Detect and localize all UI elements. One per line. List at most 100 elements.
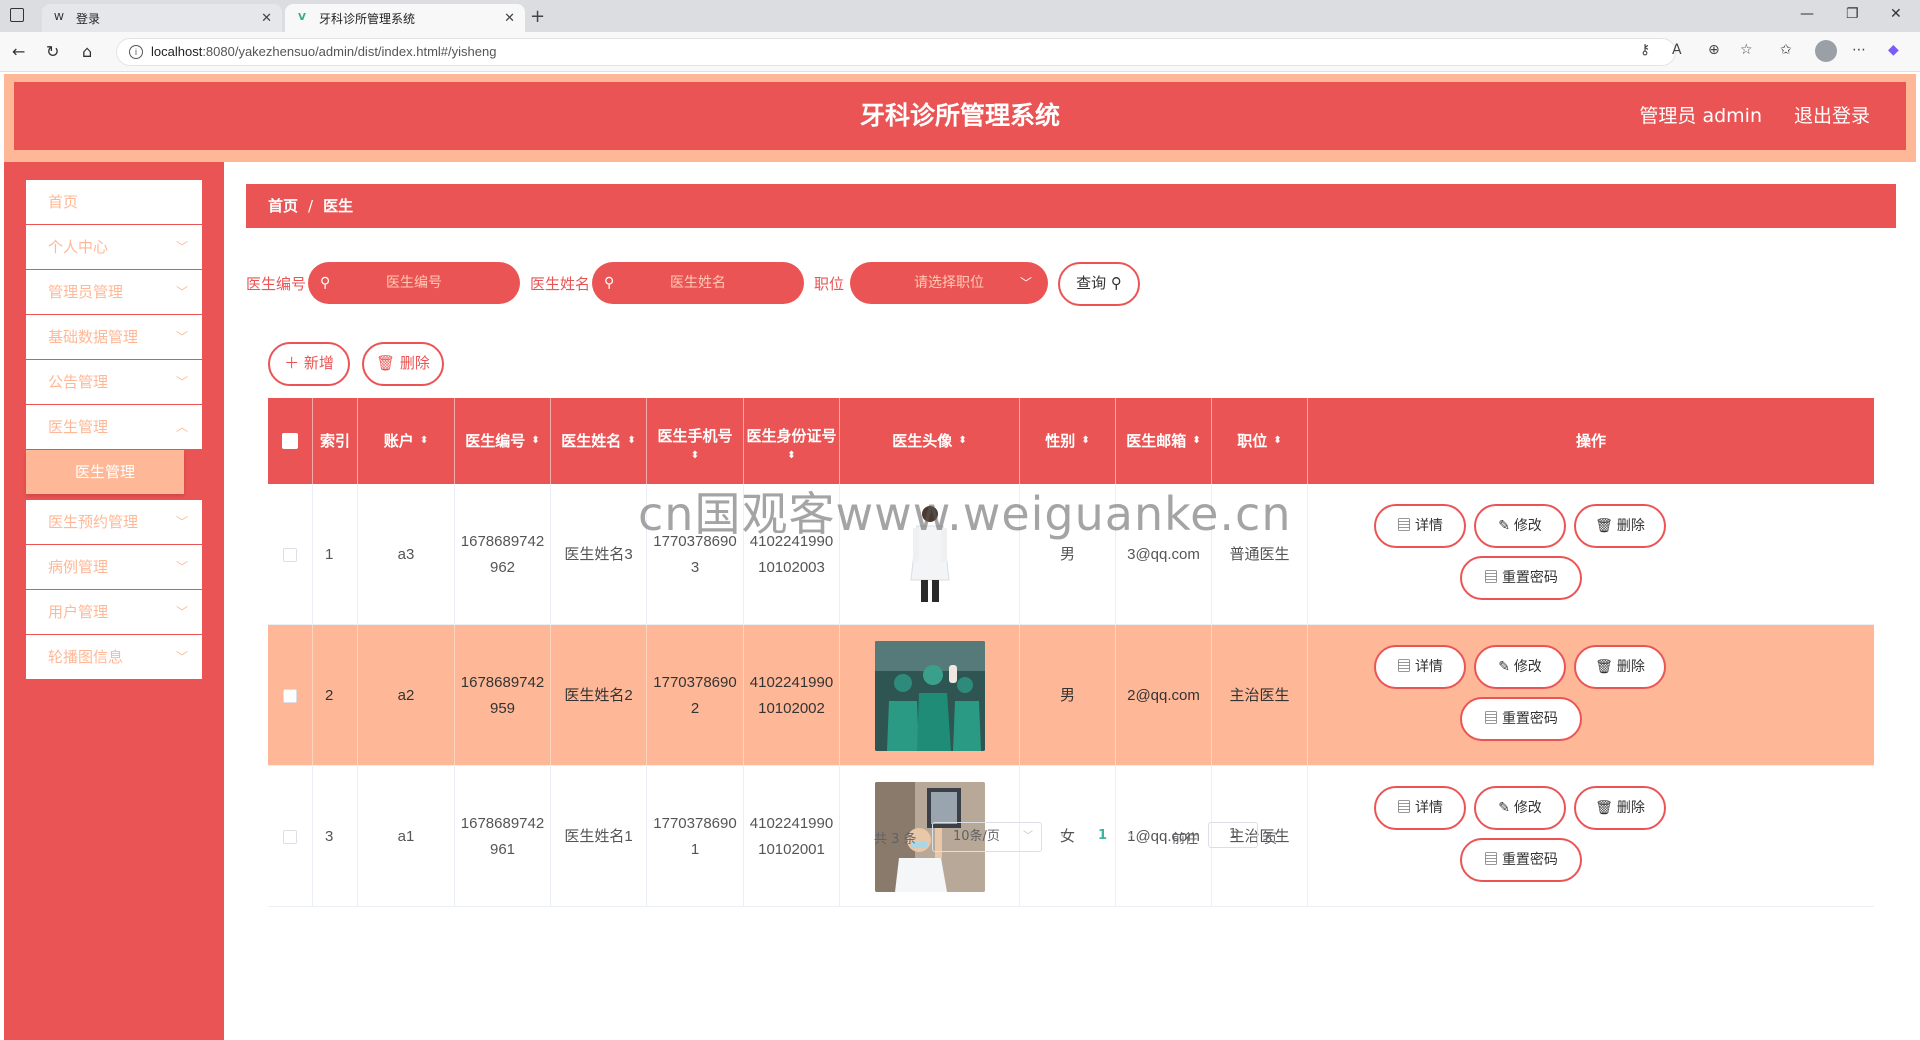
close-window-icon[interactable]: ✕ (1890, 6, 1902, 22)
logout-button[interactable]: 退出登录 (1794, 82, 1870, 150)
profile-avatar[interactable] (1815, 40, 1837, 62)
delete-button[interactable]: 🗑 删除 (1574, 504, 1666, 548)
sort-icon[interactable]: ⬍ (787, 451, 795, 461)
sidebar-item-profile[interactable]: 个人中心 ﹀ (26, 225, 202, 269)
batch-delete-button[interactable]: 🗑 删除 (362, 342, 444, 386)
sidebar-item-cases[interactable]: 病例管理 ﹀ (26, 545, 202, 589)
row-checkbox[interactable] (283, 547, 297, 562)
detail-button[interactable]: ▤ 详情 (1374, 504, 1466, 548)
reset-password-button[interactable]: ▤ 重置密码 (1460, 556, 1582, 600)
sidebar-item-users[interactable]: 用户管理 ﹀ (26, 590, 202, 634)
search-icon: ⚲ (320, 275, 331, 291)
col-header-code[interactable]: 医生编号 ⬍ (455, 398, 551, 484)
edit-button[interactable]: ✎ 修改 (1474, 504, 1566, 548)
add-button[interactable]: ＋ 新增 (268, 342, 350, 386)
sidebar-item-home[interactable]: 首页 (26, 180, 202, 224)
cell-account: a3 (358, 484, 455, 625)
col-header-position[interactable]: 职位 ⬍ (1212, 398, 1308, 484)
goto-page-input[interactable]: 1 (1208, 822, 1258, 848)
more-icon[interactable]: ⋯ (1852, 42, 1866, 58)
sort-icon[interactable]: ⬍ (420, 436, 428, 446)
restore-icon[interactable]: ❐ (1846, 6, 1859, 22)
key-icon[interactable]: ⚷ (1640, 42, 1650, 58)
sort-icon[interactable]: ⬍ (958, 436, 966, 446)
table-header: 索引 账户 ⬍ 医生编号 ⬍ 医生姓名 ⬍ 医生手机号 ⬍ 医生身份证号 ⬍ 医生头像 ⬍ … (268, 398, 1874, 484)
cell-position: 主治医生 (1212, 625, 1308, 766)
next-page-icon[interactable]: › (1128, 828, 1133, 843)
window-menu-icon[interactable] (10, 8, 24, 22)
sort-icon[interactable]: ⬍ (1192, 436, 1200, 446)
url-bar[interactable]: i localhost:8080/yakezhensuo/admin/dist/… (116, 38, 1676, 66)
browser-tab-active[interactable]: V 牙科诊所管理系统 ✕ (285, 4, 525, 32)
cell-code: 1678689742 962 (455, 484, 551, 625)
query-button[interactable]: 查询 ⚲ (1058, 262, 1140, 306)
close-icon[interactable]: ✕ (504, 11, 515, 26)
close-icon[interactable]: ✕ (261, 11, 272, 26)
sidebar-item-admins[interactable]: 管理员管理 ﹀ (26, 270, 202, 314)
cell-code-line1: 1678689742 (460, 673, 545, 691)
sort-icon[interactable]: ⬍ (1081, 436, 1089, 446)
app-root: 牙科诊所管理系统 管理员 admin 退出登录 首页 个人中心 ﹀ 管理员管理 ﹀ … (4, 74, 1916, 1040)
cell-account: a2 (358, 625, 455, 766)
sidebar-item-basedata[interactable]: 基础数据管理 ﹀ (26, 315, 202, 359)
col-header-gender[interactable]: 性别 ⬍ (1020, 398, 1116, 484)
zoom-icon[interactable]: ⊕ (1708, 42, 1720, 58)
sort-icon[interactable]: ⬍ (691, 451, 699, 461)
select-all-checkbox[interactable] (282, 433, 298, 449)
col-header-name[interactable]: 医生姓名 ⬍ (551, 398, 647, 484)
home-icon[interactable]: ⌂ (82, 42, 92, 61)
tab-title: 登录 (76, 11, 101, 26)
prev-page-icon[interactable]: ‹ (1060, 828, 1065, 843)
back-icon[interactable]: ← (12, 42, 25, 61)
sidebar-item-doctors[interactable]: 医生管理 ︿ (26, 405, 202, 449)
chevron-down-icon: ﹀ (1023, 831, 1033, 842)
reload-icon[interactable]: ↻ (46, 42, 59, 61)
main-content: 首页 / 医生 医生编号 ⚲ 医生编号 医生姓名 ⚲ 医生姓名 职位 请选择职位 ﹀… (224, 162, 1916, 1040)
minimize-icon[interactable]: — (1800, 6, 1814, 22)
edit-button[interactable]: ✎ 修改 (1474, 645, 1566, 689)
goto-label: 前往 (1172, 832, 1199, 847)
position-select[interactable]: 请选择职位 ﹀ (850, 262, 1048, 304)
col-header-index: 索引 (313, 398, 358, 484)
row-checkbox[interactable] (283, 688, 297, 703)
page-number-current[interactable]: 1 (1098, 828, 1107, 843)
sidebar-item-carousel[interactable]: 轮播图信息 ﹀ (26, 635, 202, 679)
favorite-icon[interactable]: ☆ (1740, 42, 1753, 58)
col-header-account[interactable]: 账户 ⬍ (358, 398, 455, 484)
sort-icon[interactable]: ⬍ (1273, 436, 1281, 446)
watermark-text: cn国观客www.weiguanke.cn (638, 487, 1292, 541)
detail-button[interactable]: ▤ 详情 (1374, 645, 1466, 689)
page-size-select[interactable]: 10条/页 ﹀ (932, 822, 1042, 852)
col-header-label: 操作 (1575, 432, 1606, 450)
col-header-phone[interactable]: 医生手机号 ⬍ (647, 398, 744, 484)
col-header-avatar[interactable]: 医生头像 ⬍ (840, 398, 1020, 484)
col-header-label: 账户 (383, 432, 414, 450)
browser-tab-login[interactable]: W 登录 ✕ (42, 4, 282, 32)
info-icon[interactable]: i (129, 45, 143, 59)
col-header-idcard[interactable]: 医生身份证号 ⬍ (744, 398, 840, 484)
edit-icon: ✎ (1498, 658, 1510, 674)
cell-idcard-line1: 4102241990 (749, 673, 834, 691)
search-form: 医生编号 ⚲ 医生编号 医生姓名 ⚲ 医生姓名 职位 请选择职位 ﹀ 查询 ⚲ (246, 262, 1896, 306)
doctor-code-input[interactable]: ⚲ 医生编号 (308, 262, 520, 304)
delete-button[interactable]: 🗑 删除 (1574, 645, 1666, 689)
sort-icon[interactable]: ⬍ (531, 436, 539, 446)
copilot-icon[interactable]: ◆ (1888, 42, 1899, 58)
chevron-down-icon: ﹀ (175, 515, 188, 529)
col-header-email[interactable]: 医生邮箱 ⬍ (1116, 398, 1212, 484)
sidebar-subitem-doctor-management[interactable]: 医生管理 (26, 450, 184, 494)
sidebar-item-appointments[interactable]: 医生预约管理 ﹀ (26, 500, 202, 544)
favorites-bar-icon[interactable]: ✩ (1780, 42, 1792, 58)
doctor-name-input[interactable]: ⚲ 医生姓名 (592, 262, 804, 304)
col-header-label: 医生邮箱 (1126, 432, 1187, 450)
new-tab-icon[interactable]: + (530, 6, 545, 27)
doctor-code-label: 医生编号 (246, 275, 307, 293)
query-button-label: 查询 (1076, 274, 1107, 292)
breadcrumb-home[interactable]: 首页 (268, 197, 298, 215)
sort-icon[interactable]: ⬍ (627, 436, 635, 446)
translate-icon[interactable]: A (1672, 42, 1682, 58)
edit-button-label: 修改 (1513, 517, 1542, 533)
sidebar-item-notices[interactable]: 公告管理 ﹀ (26, 360, 202, 404)
col-header-ops: 操作 (1308, 398, 1874, 484)
reset-password-button[interactable]: ▤ 重置密码 (1460, 697, 1582, 741)
